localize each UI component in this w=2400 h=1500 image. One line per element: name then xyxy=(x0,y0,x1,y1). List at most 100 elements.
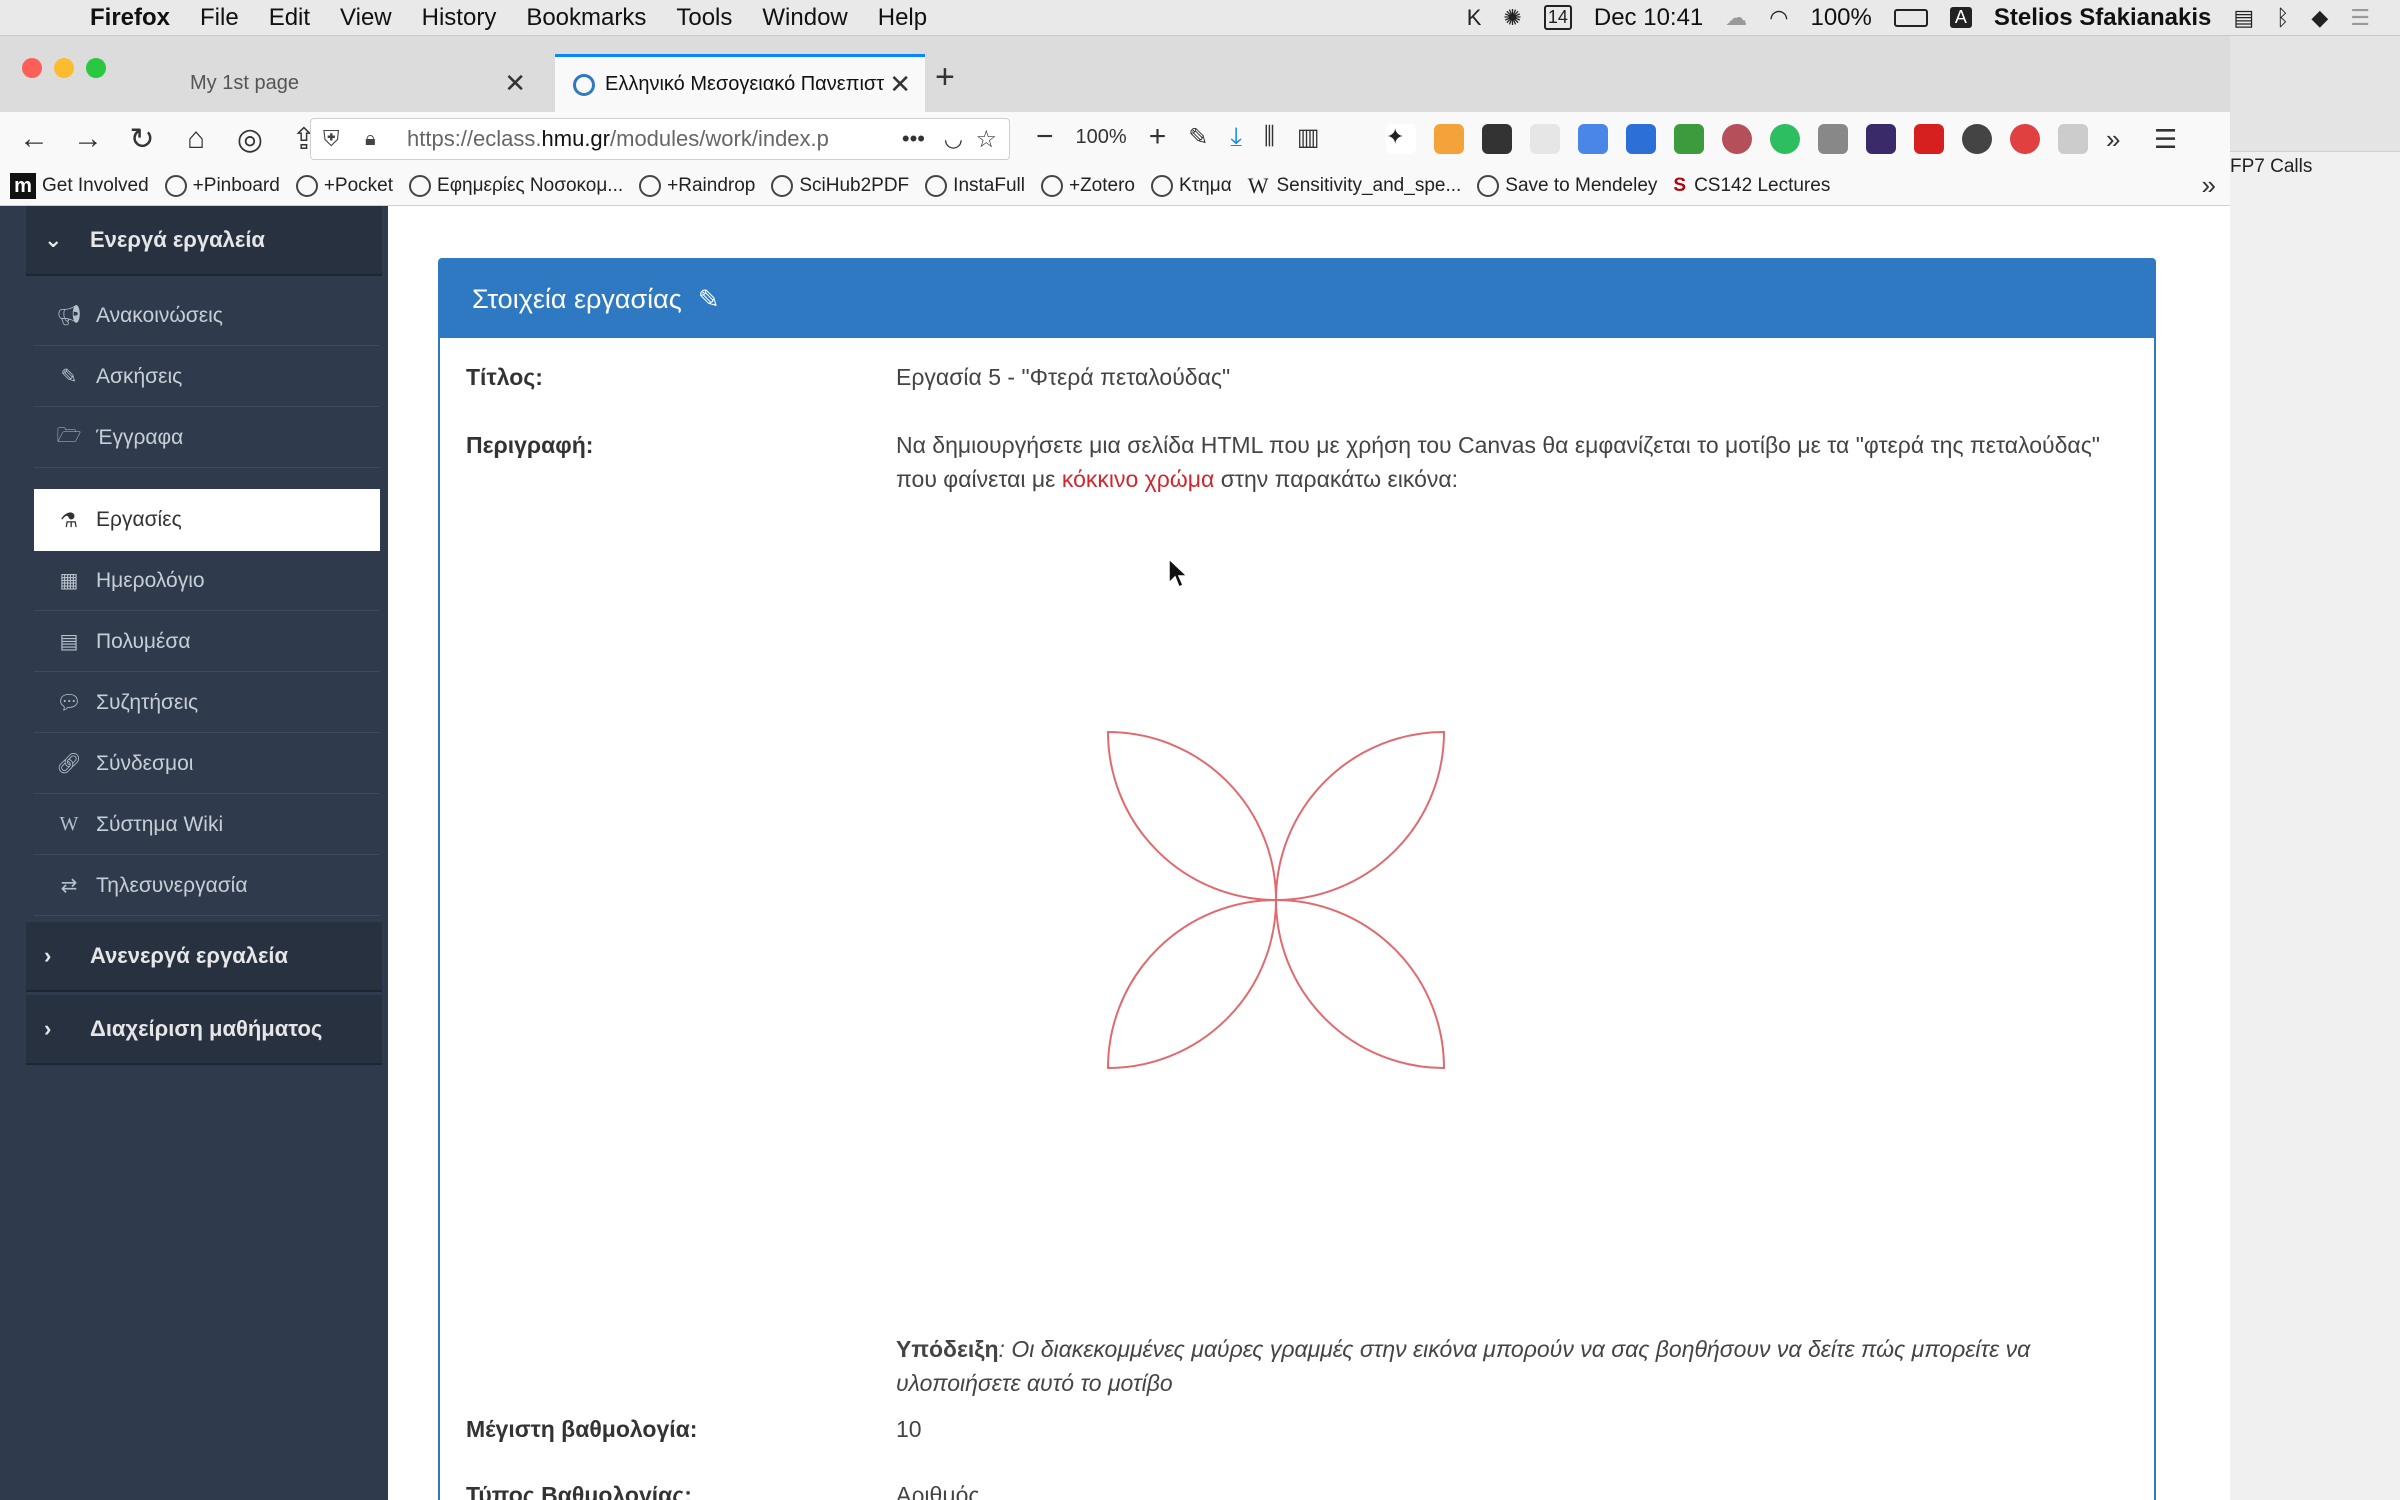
bookmarks-overflow-icon[interactable]: » xyxy=(2202,170,2216,201)
folder-icon: 🗁︎ xyxy=(56,424,82,447)
bookmark-fp7-calls[interactable]: FP7 Calls xyxy=(2230,156,2312,178)
menu-bookmarks[interactable]: Bookmarks xyxy=(526,4,646,32)
ball-extension-icon[interactable] xyxy=(1722,124,1752,154)
section-active-tools[interactable]: ⌄ Ενεργά εργαλεία xyxy=(26,206,382,276)
menu-edit[interactable]: Edit xyxy=(269,4,310,32)
stanford-icon: S xyxy=(1673,174,1687,196)
library-icon[interactable]: ⫼ xyxy=(1264,123,1275,151)
minimize-window-button[interactable] xyxy=(54,58,74,78)
hamburger-menu-icon[interactable]: ☰ xyxy=(2154,124,2184,154)
bookmark-ktima[interactable]: Κτημα xyxy=(1151,174,1232,197)
arc-extension-icon[interactable] xyxy=(2010,124,2040,154)
notification-list-icon[interactable]: ☰ xyxy=(2350,5,2370,31)
zoom-window-button[interactable] xyxy=(86,58,106,78)
overflow-chevron-icon[interactable]: » xyxy=(2106,124,2136,154)
zoom-out-button[interactable]: − xyxy=(1036,120,1054,154)
page-actions-icon[interactable]: ••• xyxy=(902,126,925,152)
user-name[interactable]: Stelios Sfakianakis xyxy=(1994,4,2211,32)
sidebar-item-calendar[interactable]: ▦ Ημερολόγιο xyxy=(34,551,380,611)
bookmark-star-icon[interactable]: ☆ xyxy=(975,125,997,154)
bookmark-scihub2pdf[interactable]: SciHub2PDF xyxy=(771,174,909,197)
bluetooth-icon[interactable]: ᛒ xyxy=(2276,5,2289,31)
wifi-icon[interactable]: ◠ xyxy=(1769,5,1788,31)
memory-icon[interactable]: ▤ xyxy=(2233,5,2254,31)
tab-eclass[interactable]: Ελληνικό Μεσογειακό Πανεπιστ ✕ xyxy=(555,54,925,112)
bookmark-efimeries[interactable]: Εφημερίες Νοσοκομ... xyxy=(409,174,623,197)
new-tab-button[interactable]: + xyxy=(935,58,955,97)
cloud-icon[interactable]: ☁ xyxy=(1725,5,1747,31)
close-icon[interactable]: ✕ xyxy=(889,69,911,100)
zoom-level[interactable]: 100% xyxy=(1076,126,1127,149)
u-extension-icon[interactable] xyxy=(1626,124,1656,154)
cube-extension-icon[interactable] xyxy=(1866,124,1896,154)
bookmark-mendeley[interactable]: Save to Mendeley xyxy=(1477,174,1657,197)
menu-help[interactable]: Help xyxy=(878,4,927,32)
url-path: /modules/work/index.p xyxy=(610,126,829,151)
edit-icon[interactable]: ✎ xyxy=(698,284,720,315)
menu-view[interactable]: View xyxy=(340,4,392,32)
section-inactive-tools[interactable]: › Ανενεργά εργαλεία xyxy=(26,922,382,992)
shield-icon[interactable]: ⛨ xyxy=(323,126,340,152)
tab-my-1st-page[interactable]: My 1st page ✕ xyxy=(172,54,540,112)
sidebar-item-links[interactable]: 🔗︎ Σύνδεσμοι xyxy=(34,734,380,794)
globe-icon xyxy=(1151,174,1173,197)
url-bar[interactable]: ⛨ 🔒︎ https://eclass. hmu.gr/modules/work/… xyxy=(310,118,1010,160)
bookmark-sensitivity[interactable]: W Sensitivity_and_spe... xyxy=(1248,173,1462,199)
bookmark-label: Sensitivity_and_spe... xyxy=(1276,174,1462,196)
k-icon[interactable]: K xyxy=(1467,5,1482,31)
printer-extension-icon[interactable] xyxy=(1818,124,1848,154)
pin-extension-icon[interactable]: ✦ xyxy=(1386,124,1416,154)
bookmark-label: Κτημα xyxy=(1179,174,1232,196)
home-button[interactable]: ⌂ xyxy=(176,122,216,156)
tab-title: Ελληνικό Μεσογειακό Πανεπιστ xyxy=(605,73,885,95)
soccer-extension-icon[interactable] xyxy=(1962,124,1992,154)
wrench-icon[interactable]: ✎ xyxy=(1188,123,1208,152)
menu-file[interactable]: File xyxy=(200,4,239,32)
calendar-day-icon[interactable]: 14 xyxy=(1543,5,1572,30)
bookmark-zotero[interactable]: +Zotero xyxy=(1040,174,1135,197)
forward-button[interactable]: → xyxy=(68,122,108,156)
close-window-button[interactable] xyxy=(22,58,42,78)
kite-icon[interactable]: ◆ xyxy=(2311,5,2328,31)
zoom-in-button[interactable]: + xyxy=(1149,120,1167,154)
input-source-icon[interactable]: A xyxy=(1949,7,1972,28)
flag-extension-icon[interactable] xyxy=(1674,124,1704,154)
menu-tools[interactable]: Tools xyxy=(676,4,732,32)
back-button[interactable]: ← xyxy=(14,122,54,156)
bookmark-pinboard[interactable]: +Pinboard xyxy=(164,174,280,197)
sidebar-item-announcements[interactable]: 📢︎ Ανακοινώσεις xyxy=(34,286,380,346)
lock-icon[interactable]: 🔒︎ xyxy=(365,128,376,151)
mask-icon[interactable]: ◎ xyxy=(230,122,270,157)
menu-history[interactable]: History xyxy=(422,4,497,32)
reader-extension-icon[interactable] xyxy=(2058,124,2088,154)
bookmark-pocket[interactable]: +Pocket xyxy=(295,174,393,197)
pocket-icon[interactable]: ◡ xyxy=(944,126,963,152)
download-icon[interactable]: ⤓ xyxy=(1230,121,1242,153)
pdf-extension-icon[interactable] xyxy=(1914,124,1944,154)
bookmark-get-involved[interactable]: m Get Involved xyxy=(10,172,149,199)
evernote-extension-icon[interactable] xyxy=(1770,124,1800,154)
sidebar-item-exercises[interactable]: ✎ Ασκήσεις xyxy=(34,347,380,407)
sidebar-item-documents[interactable]: 🗁︎ Έγγραφα xyxy=(34,408,380,468)
sidebar-item-multimedia[interactable]: ▤ Πολυμέσα xyxy=(34,612,380,672)
sidebar-item-wiki[interactable]: W Σύστημα Wiki xyxy=(34,795,380,855)
sidebar-item-teleconference[interactable]: ⇄ Τηλεσυνεργασία xyxy=(34,856,380,916)
scholar-extension-icon[interactable] xyxy=(1578,124,1608,154)
sidebar-item-assignments[interactable]: ⚗︎ Εργασίες xyxy=(34,489,380,551)
menu-app-firefox[interactable]: Firefox xyxy=(90,4,170,32)
section-course-admin[interactable]: › Διαχείριση μαθήματος xyxy=(26,995,382,1065)
menu-window[interactable]: Window xyxy=(762,4,847,32)
menubar-clock[interactable]: Dec 10:41 xyxy=(1594,4,1703,32)
shield-extension-icon[interactable] xyxy=(1530,124,1560,154)
close-icon[interactable]: ✕ xyxy=(504,68,526,99)
gear-icon[interactable]: ✺ xyxy=(1503,5,1521,31)
reload-button[interactable]: ↻ xyxy=(122,122,162,157)
bookmark-cs142[interactable]: S CS142 Lectures xyxy=(1673,175,1830,197)
note-extension-icon[interactable] xyxy=(1434,124,1464,154)
sidebar-toggle-icon[interactable]: ▥ xyxy=(1297,123,1320,152)
bookmark-raindrop[interactable]: +Raindrop xyxy=(639,174,755,197)
sidebar-item-discussions[interactable]: 💬︎ Συζητήσεις xyxy=(34,673,380,733)
battery-icon[interactable] xyxy=(1893,8,1928,27)
bookmark-instafull[interactable]: InstaFull xyxy=(925,174,1025,197)
grid-extension-icon[interactable] xyxy=(1482,124,1512,154)
